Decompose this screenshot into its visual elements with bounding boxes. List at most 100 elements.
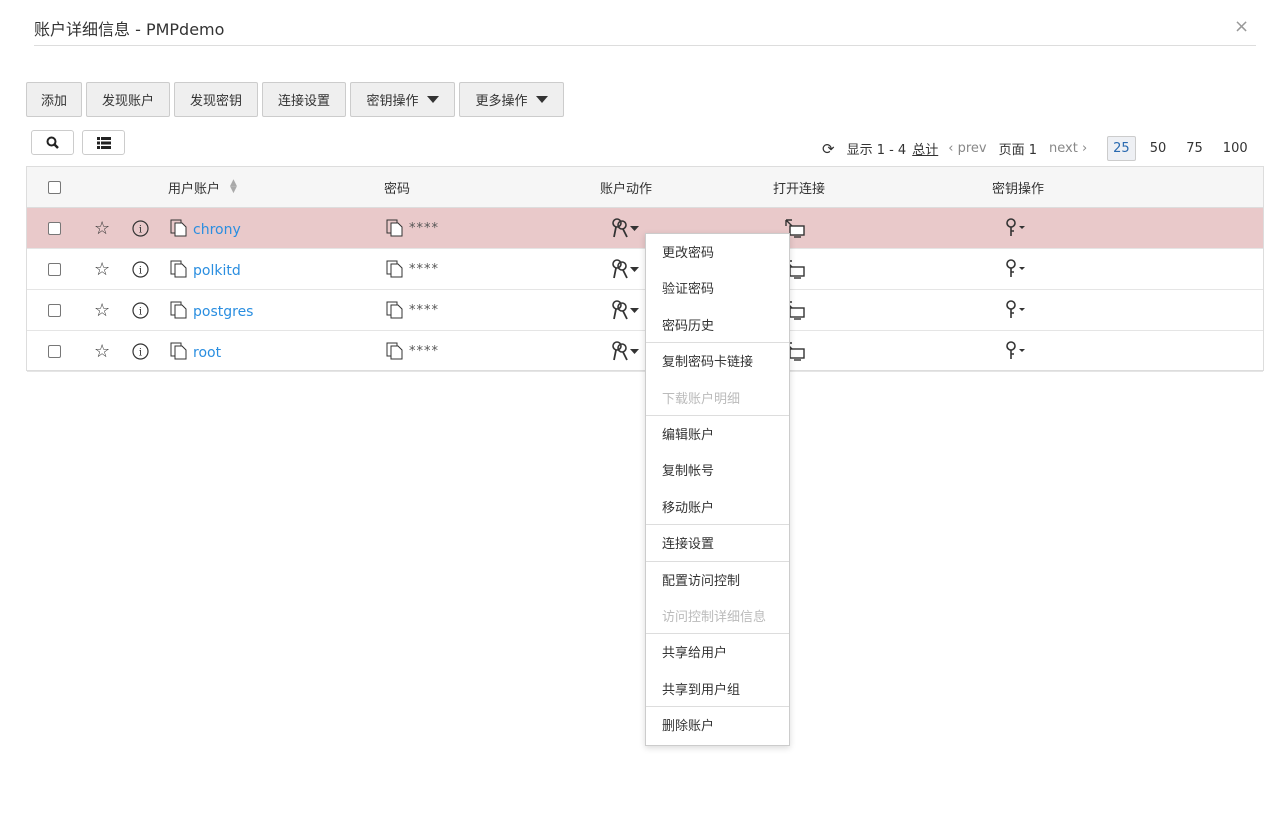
row-checkbox[interactable] [48,222,61,235]
menu-divider [646,633,789,635]
menu-item[interactable]: 共享给用户 [662,642,727,661]
menu-item[interactable]: 连接设置 [662,533,714,552]
prev-button[interactable]: ‹ prev [948,141,986,156]
search-icon [46,136,59,149]
menu-divider [646,342,789,344]
dialog-title: 账户详细信息 - PMPdemo [34,20,225,39]
menu-item[interactable]: 验证密码 [662,278,714,297]
menu-item[interactable]: 复制密码卡链接 [662,351,753,370]
info-icon[interactable]: i [132,331,149,371]
page-size-100[interactable]: 100 [1223,141,1248,156]
menu-divider [646,560,789,562]
menu-item: 访问控制详细信息 [662,610,767,625]
account-actions-button[interactable] [611,290,641,330]
svg-text:i: i [139,265,142,276]
menu-item[interactable]: 配置访问控制 [662,570,740,589]
info-icon[interactable]: i [132,208,149,248]
next-button[interactable]: next › [1049,141,1087,156]
key-ops-button[interactable] [1004,249,1028,289]
key-icon [1006,341,1025,359]
add-button[interactable]: 添加 [26,82,82,117]
select-all-checkbox[interactable] [48,181,61,194]
password-mask: **** [409,220,439,236]
menu-item[interactable]: 密码历史 [662,315,714,334]
svg-text:i: i [139,347,142,358]
page-size-25[interactable]: 25 [1107,136,1136,161]
header-account[interactable]: 用户账户 ▲ ▼ [168,167,237,207]
menu-divider [646,706,789,708]
close-button[interactable]: × [1234,16,1249,37]
copy-password-icon[interactable] [386,208,404,248]
header-key-ops: 密钥操作 [992,181,1045,197]
account-actions-menu: 更改密码验证密码密码历史复制密码卡链接 下载账户明细 编辑账户复制帐号移动账户连接设… [645,233,790,746]
copy-account-icon[interactable] [170,208,188,248]
key-ops-button[interactable] [1004,208,1028,248]
password-mask: **** [409,343,439,359]
caret-down-icon [426,96,439,103]
svg-text:i: i [139,224,142,235]
password-mask: **** [409,261,439,277]
discover-accounts-button[interactable]: 发现账户 [86,82,170,117]
caret-down-icon [535,96,548,103]
total-link[interactable]: 总计 [912,139,938,158]
menu-item[interactable]: 复制帐号 [662,460,714,479]
menu-item[interactable]: 删除账户 [662,715,714,734]
menu-item[interactable]: 移动账户 [662,497,714,516]
account-name-link[interactable]: chrony [193,210,241,250]
copy-account-icon[interactable] [170,290,188,330]
keys-icon [612,300,639,320]
favorite-star-icon[interactable]: ☆ [94,249,110,289]
more-ops-label: 更多操作 [475,94,528,109]
copy-password-icon[interactable] [386,290,404,330]
page-size-75[interactable]: 75 [1186,141,1203,156]
copy-account-icon[interactable] [170,249,188,289]
menu-item[interactable]: 共享到用户组 [662,679,740,698]
discover-keys-label: 发现密钥 [189,94,242,109]
header-password: 密码 [384,181,411,197]
account-name-link[interactable]: root [193,333,221,373]
account-actions-button[interactable] [611,249,641,289]
account-name-link[interactable]: postgres [193,292,253,332]
next-label: next [1049,141,1078,156]
menu-item[interactable]: 编辑账户 [662,424,714,443]
row-checkbox[interactable] [48,345,61,358]
menu-item[interactable]: 更改密码 [662,242,714,261]
keys-icon [612,218,639,238]
copy-password-icon[interactable] [386,249,404,289]
search-button[interactable] [31,130,74,155]
favorite-star-icon[interactable]: ☆ [94,208,110,248]
key-icon [1006,259,1025,277]
title-divider [34,45,1256,46]
connection-settings-button[interactable]: 连接设置 [262,82,346,117]
key-icon [1006,300,1025,318]
account-actions-button[interactable] [611,208,641,248]
key-ops-dropdown[interactable]: 密钥操作 [350,82,455,117]
page-size-50[interactable]: 50 [1150,141,1167,156]
prev-label: prev [957,141,987,156]
keys-icon [612,259,639,279]
info-icon[interactable]: i [132,290,149,330]
discover-keys-button[interactable]: 发现密钥 [174,82,258,117]
info-icon[interactable]: i [132,249,149,289]
row-checkbox[interactable] [48,304,61,317]
menu-item: 下载账户明细 [662,391,741,407]
table-header: 用户账户 ▲ ▼ 密码 账户动作 打开连接 密钥操作 [27,167,1263,208]
favorite-star-icon[interactable]: ☆ [94,331,110,371]
copy-account-icon[interactable] [170,331,188,371]
more-ops-dropdown[interactable]: 更多操作 [459,82,564,117]
favorite-star-icon[interactable]: ☆ [94,290,110,330]
account-name-link[interactable]: polkitd [193,251,241,291]
key-ops-button[interactable] [1004,290,1028,330]
refresh-icon[interactable]: ⟳ [822,140,835,158]
copy-password-icon[interactable] [386,331,404,371]
page-indicator: 页面 1 [998,143,1037,158]
showing-range: 显示 1 - 4 [846,143,907,158]
key-ops-button[interactable] [1004,331,1028,371]
header-account-actions: 账户动作 [600,181,653,197]
sort-icon: ▲ ▼ [230,178,237,195]
account-actions-button[interactable] [611,331,641,371]
key-ops-label: 密钥操作 [366,94,419,109]
row-checkbox[interactable] [48,263,61,276]
list-icon [96,136,111,149]
column-chooser-button[interactable] [82,130,125,155]
